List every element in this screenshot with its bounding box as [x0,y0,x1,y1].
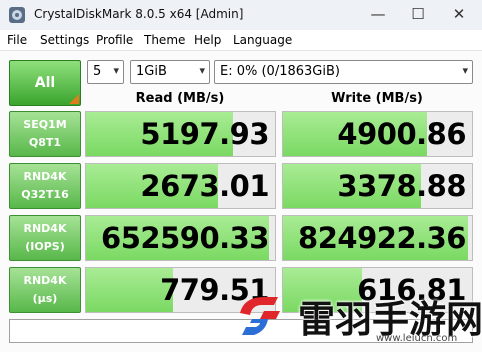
test-label-line1: RND4K [23,170,67,183]
test-label-line2: Q8T1 [28,136,62,149]
read-result-rnd4k-iops: 652590.33 [85,215,276,261]
read-result-rnd4k-q32t16: 2673.01 [85,163,276,209]
read-result-value: 5197.93 [140,117,269,151]
read-result-value: 652590.33 [101,221,269,255]
test-label-line2: Q32T16 [21,188,69,201]
test-size-select[interactable]: 1GiB ▾ [130,60,210,84]
menu-bar: File Settings Profile Theme Help Languag… [0,30,482,51]
app-disk-icon [9,7,25,23]
test-count-value: 5 [93,64,102,79]
test-button-rnd4k-q32t16[interactable]: RND4K Q32T16 [9,163,81,209]
test-label-line1: RND4K [23,274,67,287]
watermark-logo-icon [240,297,280,335]
write-result-value: 3378.88 [337,169,466,203]
watermark: 雷羽手游网 www.leiucn.com [226,285,482,352]
write-column-header: Write (MB/s) [331,91,423,106]
menu-language[interactable]: Language [233,33,292,47]
write-result-seq1m-q8t1: 4900.86 [282,111,473,157]
menu-settings[interactable]: Settings [40,33,89,47]
write-result-value: 4900.86 [337,117,466,151]
chevron-down-icon: ▾ [199,64,205,77]
drive-select[interactable]: E: 0% (0/1863GiB) ▾ [214,60,473,84]
close-button[interactable]: ✕ [436,0,482,30]
test-label-line1: SEQ1M [23,118,67,131]
title-bar: CrystalDiskMark 8.0.5 x64 [Admin] — ☐ ✕ [0,0,482,30]
chevron-down-icon: ▾ [113,64,119,77]
write-result-rnd4k-iops: 824922.36 [282,215,473,261]
write-result-rnd4k-q32t16: 3378.88 [282,163,473,209]
menu-theme[interactable]: Theme [144,33,185,47]
all-button-corner-marker [69,94,79,104]
test-button-rnd4k-iops[interactable]: RND4K (IOPS) [9,215,81,261]
test-button-rnd4k-latency[interactable]: RND4K (μs) [9,267,81,313]
test-label-line2: (μs) [32,292,58,305]
drive-value: E: 0% (0/1863GiB) [220,64,340,79]
maximize-button[interactable]: ☐ [395,0,441,30]
menu-help[interactable]: Help [194,33,221,47]
menu-file[interactable]: File [7,33,27,47]
test-label-line1: RND4K [23,222,67,235]
write-result-value: 824922.36 [298,221,466,255]
test-count-select[interactable]: 5 ▾ [87,60,124,84]
read-result-value: 2673.01 [140,169,269,203]
test-button-seq1m-q8t1[interactable]: SEQ1M Q8T1 [9,111,81,157]
read-result-seq1m-q8t1: 5197.93 [85,111,276,157]
test-label-line2: (IOPS) [25,240,65,253]
read-column-header: Read (MB/s) [135,91,225,106]
menu-profile[interactable]: Profile [96,33,133,47]
test-size-value: 1GiB [136,64,167,79]
window-title: CrystalDiskMark 8.0.5 x64 [Admin] [34,7,244,21]
chevron-down-icon: ▾ [462,64,468,77]
watermark-url: www.leiucn.com [376,333,458,344]
